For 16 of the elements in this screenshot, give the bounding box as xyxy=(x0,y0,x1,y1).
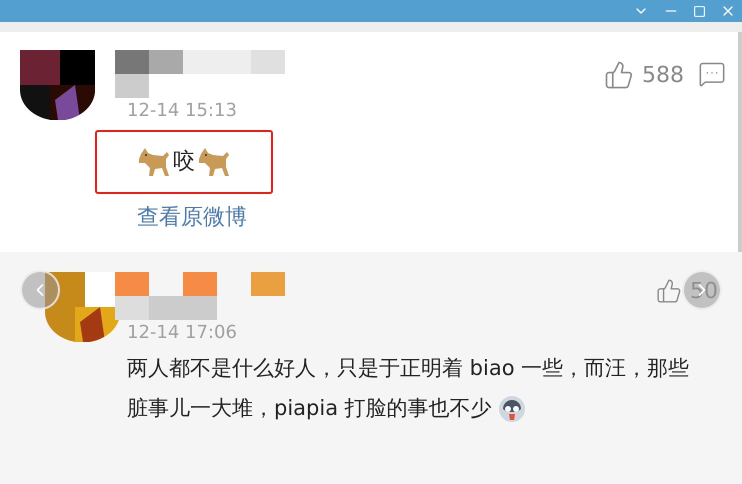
scrollbar[interactable] xyxy=(738,32,742,252)
next-button[interactable] xyxy=(682,270,722,310)
dog-icon xyxy=(137,146,171,178)
husky-sticker-icon xyxy=(498,395,526,424)
thumbs-up-icon xyxy=(604,60,634,90)
comment-time: 12-14 15:13 xyxy=(127,100,237,122)
thumbs-up-icon xyxy=(656,278,682,304)
previous-button[interactable] xyxy=(20,270,60,310)
comment-icon[interactable] xyxy=(698,60,726,88)
like-button[interactable]: 588 xyxy=(604,60,684,90)
comment-text: 两人都不是什么好人，只是于正明着 biao 一些，而汪，那些脏事儿一大堆，piapia 打脸的事也不少 xyxy=(127,348,707,428)
comment-time: 12-14 17:06 xyxy=(127,322,237,344)
maximize-icon[interactable] xyxy=(693,4,706,18)
dog-icon xyxy=(197,146,231,178)
view-original-link[interactable]: 查看原微博 xyxy=(137,202,247,232)
comment-text: 咬 xyxy=(173,148,195,176)
